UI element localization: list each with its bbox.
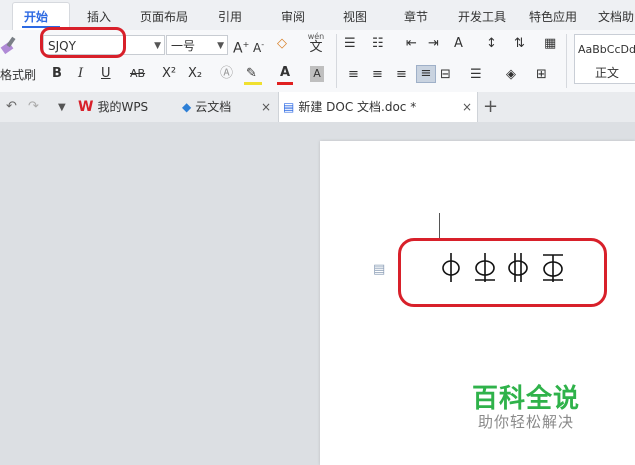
phonetic-char: 文 [309, 40, 323, 55]
style-preview-text: AaBbCcDd [578, 43, 635, 56]
ribbon-toolbar: 格式刷 SJQY ▼ 一号 ▼ A+ A- ◇ wén 文 ☰ ☷ ⇤ ⇥ A … [0, 27, 635, 93]
tab-home[interactable]: 开始 [24, 8, 48, 25]
chevron-down-icon: ▼ [154, 41, 161, 51]
separator [336, 34, 337, 88]
tab-insert[interactable]: 插入 [87, 8, 111, 25]
redo-icon[interactable]: ↷ [28, 99, 39, 115]
tab-cloud-docs-label: 云文档 [195, 100, 232, 114]
close-tab-icon[interactable]: × [462, 100, 472, 114]
change-case-icon[interactable]: A [454, 36, 463, 52]
font-color-button[interactable]: A [280, 65, 290, 81]
tab-current-document[interactable]: ▤ 新建 DOC 文档.doc * [278, 92, 478, 122]
align-right-icon[interactable]: ≡ [396, 67, 407, 83]
undo-icon[interactable]: ↶ [6, 99, 17, 115]
chevron-down-icon[interactable]: ▼ [58, 100, 66, 116]
bullet-list-icon[interactable]: ☰ [344, 36, 356, 52]
tab-view[interactable]: 视图 [343, 8, 367, 25]
tab-references[interactable]: 引用 [218, 8, 242, 25]
style-gallery-normal[interactable]: AaBbCcDd 正文 [574, 34, 635, 84]
watermark-title: 百科全说 [472, 384, 581, 414]
paragraph-handle-icon[interactable]: ▤ [373, 262, 385, 277]
tab-review[interactable]: 审阅 [281, 8, 305, 25]
wps-logo-icon: W [78, 99, 94, 115]
highlight-color-swatch [244, 82, 262, 85]
shrink-font-icon[interactable]: A- [253, 37, 264, 56]
tab-page-layout[interactable]: 页面布局 [140, 8, 188, 25]
distributed-icon[interactable]: ⊟ [440, 67, 451, 83]
numbered-list-icon[interactable]: ☷ [372, 36, 384, 52]
underline-button[interactable]: U [101, 66, 111, 82]
justify-icon[interactable]: ≡ [416, 65, 436, 83]
font-size-select[interactable]: 一号 ▼ [166, 35, 228, 55]
char-shading-icon[interactable]: A [310, 66, 324, 82]
separator [566, 34, 567, 88]
chevron-down-icon: ▼ [217, 41, 224, 51]
tab-current-document-label: 新建 DOC 文档.doc * [298, 100, 417, 114]
highlight-font-name-box [40, 27, 126, 58]
superscript-button[interactable]: X² [162, 66, 176, 82]
format-painter-icon[interactable] [0, 34, 22, 56]
doc-file-icon: ▤ [283, 100, 295, 114]
font-color-swatch [277, 82, 293, 85]
tab-my-wps-label: 我的WPS [97, 100, 149, 114]
style-name: 正文 [595, 66, 620, 80]
strikethrough-button[interactable]: AB [130, 66, 145, 82]
line-spacing-toggle-icon[interactable]: ⇅ [514, 36, 525, 52]
text-cursor [439, 213, 440, 239]
tab-developer[interactable]: 开发工具 [458, 8, 506, 25]
cloud-cube-icon: ◆ [182, 100, 192, 114]
table-icon[interactable]: ▦ [544, 36, 556, 52]
close-tab-icon[interactable]: × [261, 100, 271, 114]
tab-my-wps[interactable]: W 我的WPS [78, 92, 178, 122]
sort-icon[interactable]: ↕ [486, 36, 497, 52]
decrease-indent-icon[interactable]: ⇤ [406, 36, 417, 52]
highlight-color-icon[interactable]: ✎ [246, 66, 257, 82]
grow-font-icon[interactable]: A+ [233, 37, 249, 57]
add-tab-button[interactable]: + [483, 96, 498, 117]
increase-indent-icon[interactable]: ⇥ [428, 36, 439, 52]
clear-format-icon[interactable]: ◇ [277, 36, 287, 52]
tab-cloud-docs[interactable]: ◆ 云文档 [182, 92, 272, 122]
highlight-symbols-box [398, 238, 607, 307]
watermark-subtitle: 助你轻松解决 [478, 413, 575, 431]
subscript-button[interactable]: X₂ [188, 66, 202, 82]
document-tab-bar: ↶ ↷ ▼ W 我的WPS ◆ 云文档 × ▤ 新建 DOC 文档.doc * × + [0, 92, 635, 123]
tab-doc-assistant[interactable]: 文档助 [598, 8, 634, 25]
align-left-icon[interactable]: ≡ [348, 67, 359, 83]
text-effect-icon[interactable]: Ⓐ [220, 66, 233, 82]
italic-button[interactable]: I [78, 66, 83, 82]
align-center-icon[interactable]: ≡ [372, 67, 383, 83]
phonetic-guide-button[interactable]: wén 文 [303, 32, 329, 58]
line-spacing-icon[interactable]: ☰ [470, 67, 482, 83]
borders-icon[interactable]: ⊞ [536, 67, 547, 83]
tab-chapter[interactable]: 章节 [404, 8, 428, 25]
shading-icon[interactable]: ◈ [506, 67, 516, 83]
format-painter-label[interactable]: 格式刷 [0, 66, 36, 83]
tab-special-apps[interactable]: 特色应用 [529, 8, 577, 25]
font-size-value: 一号 [171, 39, 196, 53]
bold-button[interactable]: B [52, 66, 62, 82]
